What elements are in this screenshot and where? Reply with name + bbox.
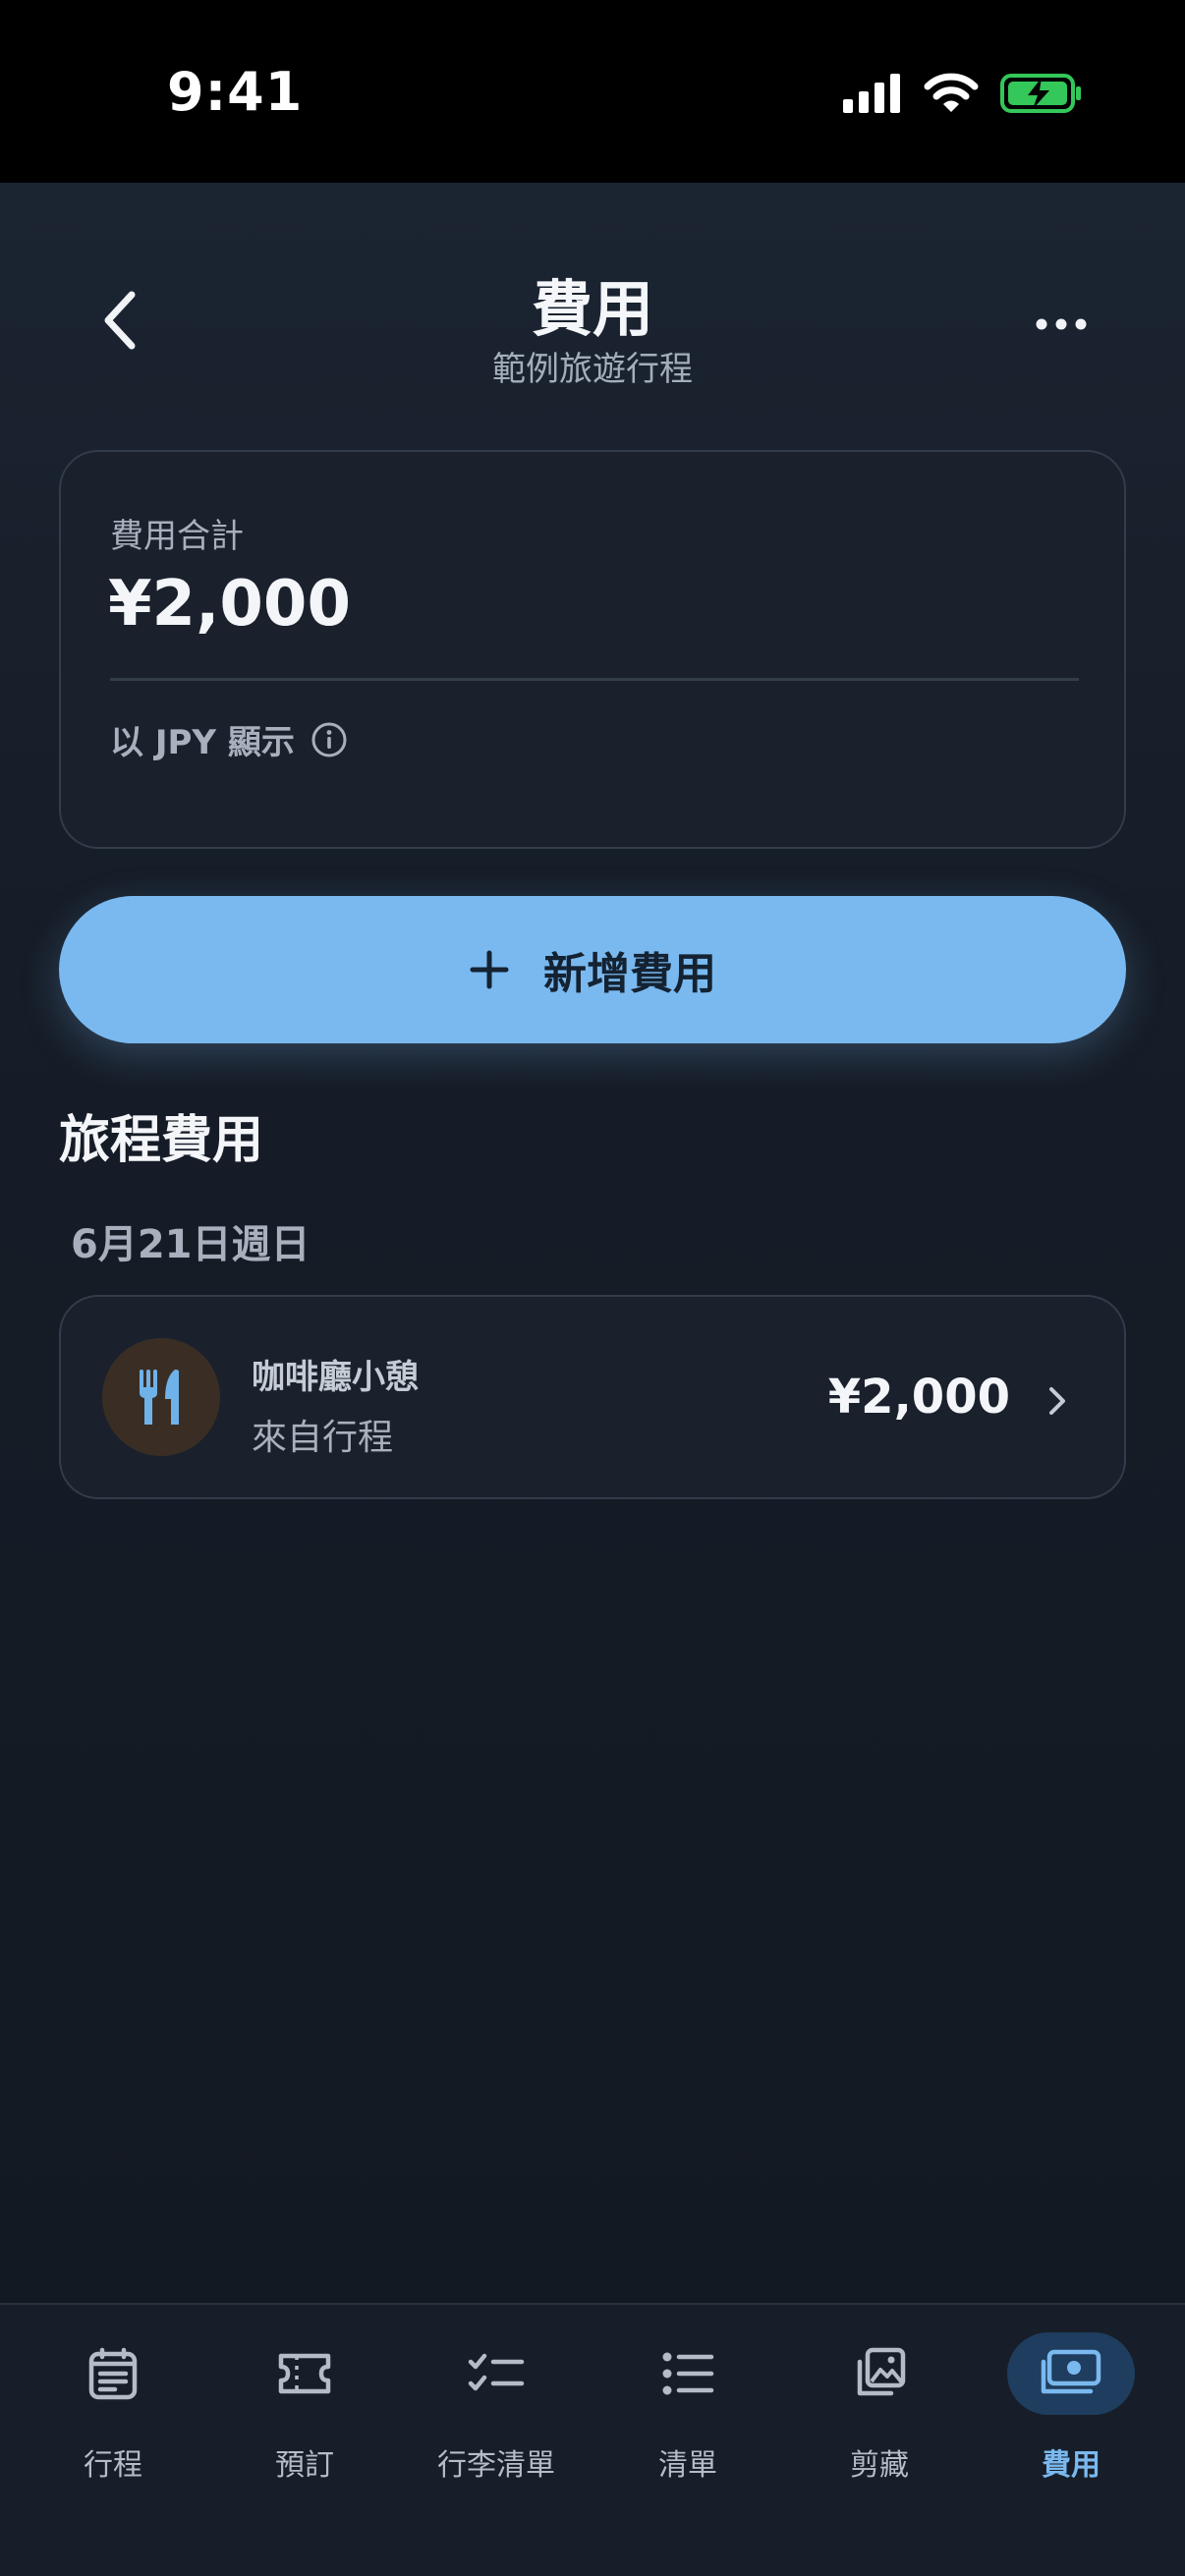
page-subtitle: 範例旅遊行程 bbox=[492, 350, 693, 389]
expense-category-badge bbox=[102, 1338, 220, 1456]
expense-name: 咖啡廳小憩 bbox=[252, 1358, 419, 1397]
expense-amount: ¥2,000 bbox=[827, 1370, 1010, 1425]
status-time: 9:41 bbox=[167, 61, 304, 123]
divider bbox=[110, 678, 1079, 681]
checklist-icon bbox=[468, 2353, 525, 2391]
info-icon[interactable] bbox=[310, 721, 348, 758]
tab-icon-container bbox=[816, 2332, 943, 2415]
currency-note[interactable]: 以 JPY 顯示 bbox=[110, 715, 348, 763]
tab-lists[interactable]: 清單 bbox=[609, 2332, 766, 2529]
tab-label: 剪藏 bbox=[850, 2448, 909, 2483]
list-icon bbox=[662, 2352, 714, 2395]
plus-icon bbox=[470, 950, 509, 989]
date-group-header: 6月21日週日 bbox=[71, 1222, 310, 1267]
ticket-icon bbox=[278, 2353, 331, 2394]
tab-icon-container bbox=[49, 2332, 177, 2415]
currency-text: 以 JPY 顯示 bbox=[110, 723, 295, 762]
money-icon bbox=[1041, 2349, 1101, 2394]
tab-icon-container bbox=[624, 2332, 752, 2415]
tab-icon-container-active bbox=[1007, 2332, 1135, 2415]
tab-bookings[interactable]: 預訂 bbox=[226, 2332, 383, 2529]
total-summary-card: 費用合計 ¥2,000 以 JPY 顯示 bbox=[59, 450, 1126, 849]
photo-stack-icon bbox=[857, 2347, 906, 2396]
expense-source: 來自行程 bbox=[252, 1418, 394, 1458]
app-root: 9:41 費用 範例旅遊行程 費用合計 ¥2,000 以 JPY 顯示 新增費用… bbox=[0, 0, 1185, 2576]
signal-icon bbox=[843, 74, 900, 113]
section-title: 旅程費用 bbox=[59, 1111, 264, 1170]
page-title: 費用 bbox=[531, 273, 653, 345]
more-options-button[interactable] bbox=[1032, 295, 1091, 354]
itinerary-icon bbox=[88, 2347, 138, 2400]
add-expense-button[interactable]: 新增費用 bbox=[59, 896, 1126, 1043]
tab-packing-list[interactable]: 行李清單 bbox=[418, 2332, 575, 2529]
bottom-tab-bar: 行程 預訂 行李清單 清單 剪藏 費用 bbox=[0, 2303, 1185, 2576]
tab-label: 清單 bbox=[658, 2448, 717, 2483]
tab-itinerary[interactable]: 行程 bbox=[34, 2332, 192, 2529]
tab-label: 費用 bbox=[1042, 2448, 1100, 2483]
wifi-icon bbox=[924, 73, 979, 112]
tab-label: 行李清單 bbox=[437, 2448, 555, 2483]
total-amount: ¥2,000 bbox=[108, 568, 351, 641]
ellipsis-icon bbox=[1036, 318, 1087, 330]
fork-knife-icon bbox=[140, 1370, 179, 1425]
expense-item[interactable]: 咖啡廳小憩 來自行程 ¥2,000 bbox=[59, 1295, 1126, 1499]
status-icons bbox=[843, 73, 1083, 114]
total-label: 費用合計 bbox=[110, 517, 244, 556]
battery-charging-icon bbox=[1000, 74, 1081, 113]
chevron-right-icon bbox=[1049, 1387, 1065, 1415]
tab-label: 行程 bbox=[84, 2448, 142, 2483]
add-expense-label: 新增費用 bbox=[543, 949, 716, 999]
tab-icon-container bbox=[432, 2332, 560, 2415]
tab-label: 預訂 bbox=[275, 2448, 334, 2483]
tab-icon-container bbox=[241, 2332, 368, 2415]
tab-expenses[interactable]: 費用 bbox=[992, 2332, 1150, 2529]
tab-clippings[interactable]: 剪藏 bbox=[801, 2332, 958, 2529]
status-bar: 9:41 bbox=[0, 0, 1185, 183]
